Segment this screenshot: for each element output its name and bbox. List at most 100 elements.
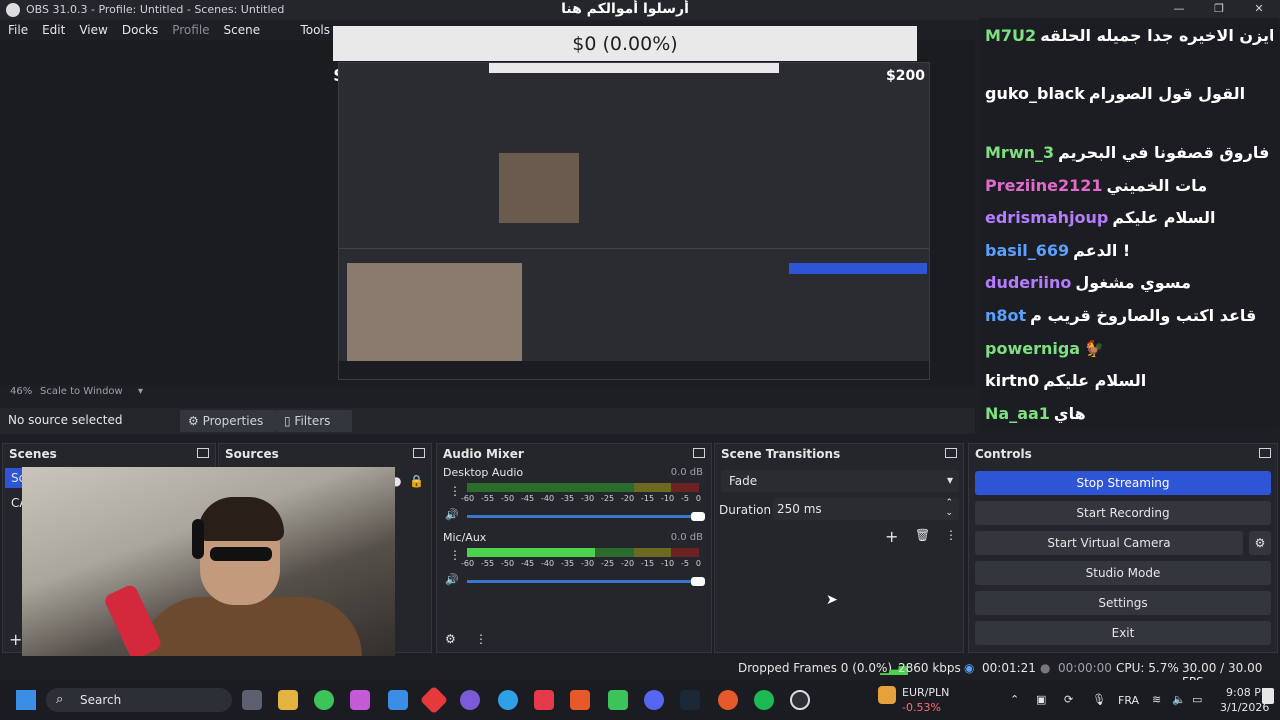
firefox-icon[interactable] [718, 690, 738, 710]
menu-scene-collection[interactable]: Scene Collection [224, 20, 287, 57]
trash-icon[interactable]: 🗑 [915, 528, 930, 542]
record-time: 00:00:00 [1058, 661, 1112, 675]
minimize-icon[interactable]: — [1166, 2, 1192, 18]
utorrent-icon[interactable] [608, 690, 628, 710]
mic-aux-volume-slider[interactable] [467, 577, 705, 586]
steam-icon[interactable] [680, 690, 700, 710]
undock-icon[interactable] [945, 448, 957, 458]
gear-icon[interactable]: ⚙ [1249, 531, 1271, 555]
chat-text: القول قول الصورام [1088, 84, 1246, 103]
chevron-down-icon[interactable]: ▾ [138, 386, 143, 397]
chat-message: Preziine2121 مات الخميني [985, 176, 1273, 195]
mouse-cursor-icon: ➤ [826, 592, 838, 608]
slider-handle[interactable] [691, 577, 705, 586]
wps-icon[interactable] [534, 690, 554, 710]
task-view-icon[interactable] [242, 690, 262, 710]
donation-total-right: $200 [886, 68, 925, 84]
close-icon[interactable]: ✕ [1246, 2, 1272, 18]
speaker-icon[interactable]: 🔊 [445, 573, 459, 586]
menu-docks[interactable]: Docks [122, 20, 158, 40]
add-scene-icon[interactable]: + [9, 630, 22, 649]
kebab-menu-icon[interactable]: ⋮ [945, 528, 957, 542]
properties-label: Properties [202, 414, 264, 428]
battery-icon[interactable]: ▭ [1192, 693, 1202, 706]
xbox-icon[interactable] [314, 690, 334, 710]
windows-start-icon[interactable] [16, 690, 36, 710]
maximize-icon[interactable]: ❐ [1206, 2, 1232, 18]
chat-username: M7U2 [985, 26, 1037, 45]
webcam-hair [198, 497, 284, 541]
chat-text: 🐓 [1084, 339, 1105, 358]
slider-handle[interactable] [691, 512, 705, 521]
tick-label: -10 [661, 494, 675, 503]
store-icon[interactable] [388, 690, 408, 710]
kebab-menu-icon[interactable]: ⋮ [475, 632, 487, 646]
currency-ticker-icon [878, 686, 896, 704]
chat-message: M7U2يا فاروق ما نبي بث سياسي تابع حلقة ج… [985, 26, 1273, 45]
mic-aux-ticks: -60 -55 -50 -45 -40 -35 -30 -25 -20 -15 -10 -5 0 [461, 559, 701, 568]
taskbar-search-label: Search [80, 693, 122, 707]
tick-label: -50 [501, 494, 515, 503]
obs-taskbar-icon[interactable] [790, 690, 810, 710]
language-indicator[interactable]: FRA [1118, 694, 1139, 707]
wifi-icon[interactable]: ≋ [1152, 693, 1161, 706]
chat-app-icon[interactable] [460, 690, 480, 710]
notification-icon[interactable] [1262, 688, 1274, 704]
gear-icon[interactable]: ⚙ [445, 632, 456, 646]
chat-username: edrismahjoup [985, 208, 1109, 227]
copilot-icon[interactable] [350, 690, 370, 710]
exit-button[interactable]: Exit [975, 621, 1271, 645]
speaker-icon[interactable]: 🔊 [445, 508, 459, 521]
studio-mode-button[interactable]: Studio Mode [975, 561, 1271, 585]
spotify-icon[interactable] [754, 690, 774, 710]
brave-icon[interactable] [570, 690, 590, 710]
file-explorer-icon[interactable] [278, 690, 298, 710]
stream-time: 00:01:21 [982, 661, 1036, 675]
transition-select[interactable]: Fade ▾ [721, 470, 959, 492]
refresh-icon[interactable]: ⟳ [1064, 693, 1073, 706]
desktop-audio-volume-slider[interactable] [467, 512, 705, 521]
taskbar-search[interactable] [46, 688, 232, 712]
duration-spinbox[interactable]: 250 ms ⌃ ⌄ [773, 498, 959, 520]
menu-tools[interactable]: Tools [300, 20, 330, 40]
tick-label: -15 [641, 559, 655, 568]
duration-value: 250 ms [777, 502, 822, 516]
filters-button[interactable]: ▯ Filters [276, 410, 352, 432]
discord-icon[interactable] [644, 690, 664, 710]
menu-view[interactable]: View [79, 20, 107, 40]
volume-icon[interactable]: 🔈 [1172, 693, 1186, 706]
chat-username: kirtn0 [985, 371, 1040, 390]
stepper-icon[interactable]: ⌃ ⌄ [945, 498, 953, 518]
tick-label: -55 [481, 494, 495, 503]
chat-message: edrismahjoup السلام عليكم [985, 208, 1273, 227]
nested-preview-screenshot [338, 62, 930, 380]
nested-taskbar [339, 361, 929, 379]
settings-button[interactable]: Settings [975, 591, 1271, 615]
chevron-down-icon: ▾ [946, 473, 953, 487]
menu-edit[interactable]: Edit [42, 20, 65, 40]
chevron-up-icon[interactable]: ⌃ [1010, 693, 1019, 706]
lock-icon[interactable]: 🔒 [409, 474, 424, 488]
add-transition-icon[interactable]: + [885, 527, 898, 546]
microphone-icon[interactable]: 🎙 [1092, 693, 1106, 706]
undock-icon[interactable] [693, 448, 705, 458]
tray-app-icon[interactable]: ▣ [1036, 693, 1046, 706]
kebab-menu-icon[interactable]: ⋮ [449, 548, 461, 562]
menu-profile[interactable]: Profile [172, 20, 209, 40]
zoom-mode-select[interactable]: Scale to Window [40, 386, 123, 397]
undock-icon[interactable] [413, 448, 425, 458]
edge-icon[interactable] [498, 690, 518, 710]
transition-selected-label: Fade [729, 474, 758, 488]
duration-label: Duration [719, 503, 772, 517]
kebab-menu-icon[interactable]: ⋮ [449, 484, 461, 498]
undock-icon[interactable] [1259, 448, 1271, 458]
donation-banner-title: أرسلوا أموالكم هنا [561, 1, 689, 17]
undock-icon[interactable] [197, 448, 209, 458]
ticker-change: -0.53% [902, 701, 941, 714]
stop-streaming-button[interactable]: Stop Streaming [975, 471, 1271, 495]
chat-text: قاعد اكتب والصاروخ قريب م [1030, 306, 1257, 325]
start-recording-button[interactable]: Start Recording [975, 501, 1271, 525]
menu-file[interactable]: File [8, 20, 28, 40]
properties-button[interactable]: ⚙ Properties [180, 410, 276, 432]
start-virtual-camera-button[interactable]: Start Virtual Camera [975, 531, 1243, 555]
